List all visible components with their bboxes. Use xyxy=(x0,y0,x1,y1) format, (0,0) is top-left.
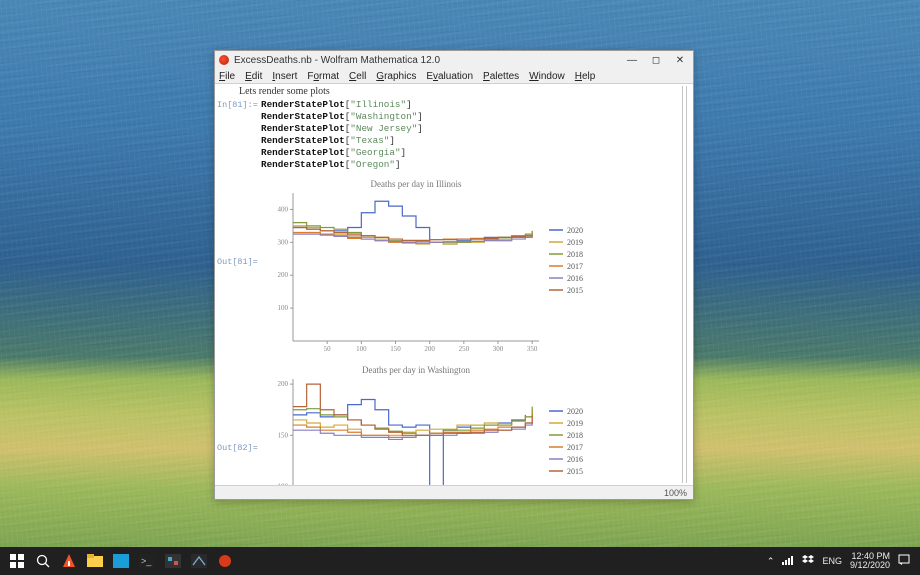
svg-text:350: 350 xyxy=(527,345,538,353)
menu-palettes[interactable]: Palettes xyxy=(483,71,519,82)
svg-text:100: 100 xyxy=(278,304,289,312)
svg-text:Deaths per day in Illinois: Deaths per day in Illinois xyxy=(371,179,462,189)
system-tray[interactable]: ⌃ ENG 12:40 PM 9/12/2020 xyxy=(767,552,916,570)
svg-text:2019: 2019 xyxy=(567,238,583,247)
menu-window[interactable]: Window xyxy=(529,71,565,82)
svg-text:2020: 2020 xyxy=(567,407,583,416)
taskbar-app-generic-3[interactable] xyxy=(186,549,212,573)
out-label-2: Out[82]= xyxy=(217,443,257,453)
svg-text:300: 300 xyxy=(278,238,289,246)
code-line[interactable]: In[81]:=RenderStatePlot["Illinois"] xyxy=(217,99,673,111)
svg-text:2020: 2020 xyxy=(567,226,583,235)
app-icon xyxy=(219,55,229,65)
menu-edit[interactable]: Edit xyxy=(245,71,262,82)
svg-text:200: 200 xyxy=(278,271,289,279)
menu-evaluation[interactable]: Evaluation xyxy=(426,71,473,82)
svg-text:2015: 2015 xyxy=(567,467,583,476)
code-line[interactable]: RenderStatePlot["Washington"] xyxy=(217,111,673,123)
svg-text:Deaths per day in Washington: Deaths per day in Washington xyxy=(362,365,471,375)
start-button[interactable] xyxy=(4,549,30,573)
out-label-1: Out[81]= xyxy=(217,257,257,267)
svg-text:2015: 2015 xyxy=(567,286,583,295)
taskbar-app-generic-2[interactable] xyxy=(160,549,186,573)
svg-text:200: 200 xyxy=(278,380,289,388)
code-line[interactable]: RenderStatePlot["Oregon"] xyxy=(217,159,673,171)
menu-insert[interactable]: Insert xyxy=(272,71,297,82)
svg-text:2018: 2018 xyxy=(567,431,583,440)
output-cell-2: Out[82]= Deaths per day in Washington 100… xyxy=(217,363,673,485)
zoom-level[interactable]: 100% xyxy=(664,488,687,498)
menu-help[interactable]: Help xyxy=(575,71,596,82)
menu-format[interactable]: Format xyxy=(307,71,339,82)
taskbar-app-browser[interactable] xyxy=(56,549,82,573)
svg-text:250: 250 xyxy=(459,345,470,353)
taskbar-app-mathematica[interactable] xyxy=(212,549,238,573)
text-cell: Lets render some plots xyxy=(217,86,673,97)
tray-language[interactable]: ENG xyxy=(822,557,842,566)
notebook-area[interactable]: Lets render some plots In[81]:=RenderSta… xyxy=(215,84,693,485)
svg-text:150: 150 xyxy=(390,345,401,353)
svg-text:>_: >_ xyxy=(141,556,152,566)
window-title: ExcessDeaths.nb - Wolfram Mathematica 12… xyxy=(234,55,627,66)
svg-text:300: 300 xyxy=(493,345,504,353)
taskbar-app-terminal[interactable]: >_ xyxy=(134,549,160,573)
svg-text:2016: 2016 xyxy=(567,274,583,283)
taskbar: >_ ⌃ ENG 12:40 PM 9/12/2020 xyxy=(0,547,920,575)
in-label: In[81]:= xyxy=(217,99,257,111)
svg-text:2019: 2019 xyxy=(567,419,583,428)
svg-text:100: 100 xyxy=(356,345,367,353)
statusbar: 100% xyxy=(215,485,693,499)
taskbar-app-explorer[interactable] xyxy=(82,549,108,573)
search-icon[interactable] xyxy=(30,549,56,573)
tray-chevron-icon[interactable]: ⌃ xyxy=(767,556,775,567)
window-controls: — ◻ ✕ xyxy=(627,55,689,66)
code-line[interactable]: RenderStatePlot["Georgia"] xyxy=(217,147,673,159)
code-line[interactable]: RenderStatePlot["Texas"] xyxy=(217,135,673,147)
input-cell[interactable]: In[81]:=RenderStatePlot["Illinois"]Rende… xyxy=(217,99,673,171)
mathematica-window: ExcessDeaths.nb - Wolfram Mathematica 12… xyxy=(214,50,694,500)
cell-brackets[interactable] xyxy=(676,86,690,483)
tray-dropbox-icon[interactable] xyxy=(802,555,814,568)
menu-file[interactable]: File xyxy=(219,71,235,82)
chart-illinois: Deaths per day in Illinois 100 200 300 400 50… xyxy=(261,177,601,357)
svg-text:2017: 2017 xyxy=(567,262,583,271)
minimize-button[interactable]: — xyxy=(627,55,637,66)
close-button[interactable]: ✕ xyxy=(675,55,685,66)
maximize-button[interactable]: ◻ xyxy=(651,55,661,66)
menu-cell[interactable]: Cell xyxy=(349,71,366,82)
output-cell-1: Out[81]= Deaths per day in Illinois 100 20… xyxy=(217,177,673,357)
tray-notifications-icon[interactable] xyxy=(898,554,910,569)
titlebar[interactable]: ExcessDeaths.nb - Wolfram Mathematica 12… xyxy=(215,51,693,69)
tray-date: 9/12/2020 xyxy=(850,561,890,570)
tray-clock[interactable]: 12:40 PM 9/12/2020 xyxy=(850,552,890,570)
chart-washington: Deaths per day in Washington100150200501… xyxy=(261,363,601,485)
svg-text:2018: 2018 xyxy=(567,250,583,259)
svg-text:2017: 2017 xyxy=(567,443,583,452)
code-line[interactable]: RenderStatePlot["New Jersey"] xyxy=(217,123,673,135)
svg-text:400: 400 xyxy=(278,205,289,213)
svg-text:50: 50 xyxy=(324,345,332,353)
tray-network-icon[interactable] xyxy=(782,555,794,568)
taskbar-app-generic-1[interactable] xyxy=(108,549,134,573)
menu-graphics[interactable]: Graphics xyxy=(376,71,416,82)
svg-text:2016: 2016 xyxy=(567,455,583,464)
svg-text:200: 200 xyxy=(424,345,435,353)
svg-text:150: 150 xyxy=(278,431,289,439)
svg-text:100: 100 xyxy=(278,483,289,485)
menubar: File Edit Insert Format Cell Graphics Ev… xyxy=(215,69,693,84)
